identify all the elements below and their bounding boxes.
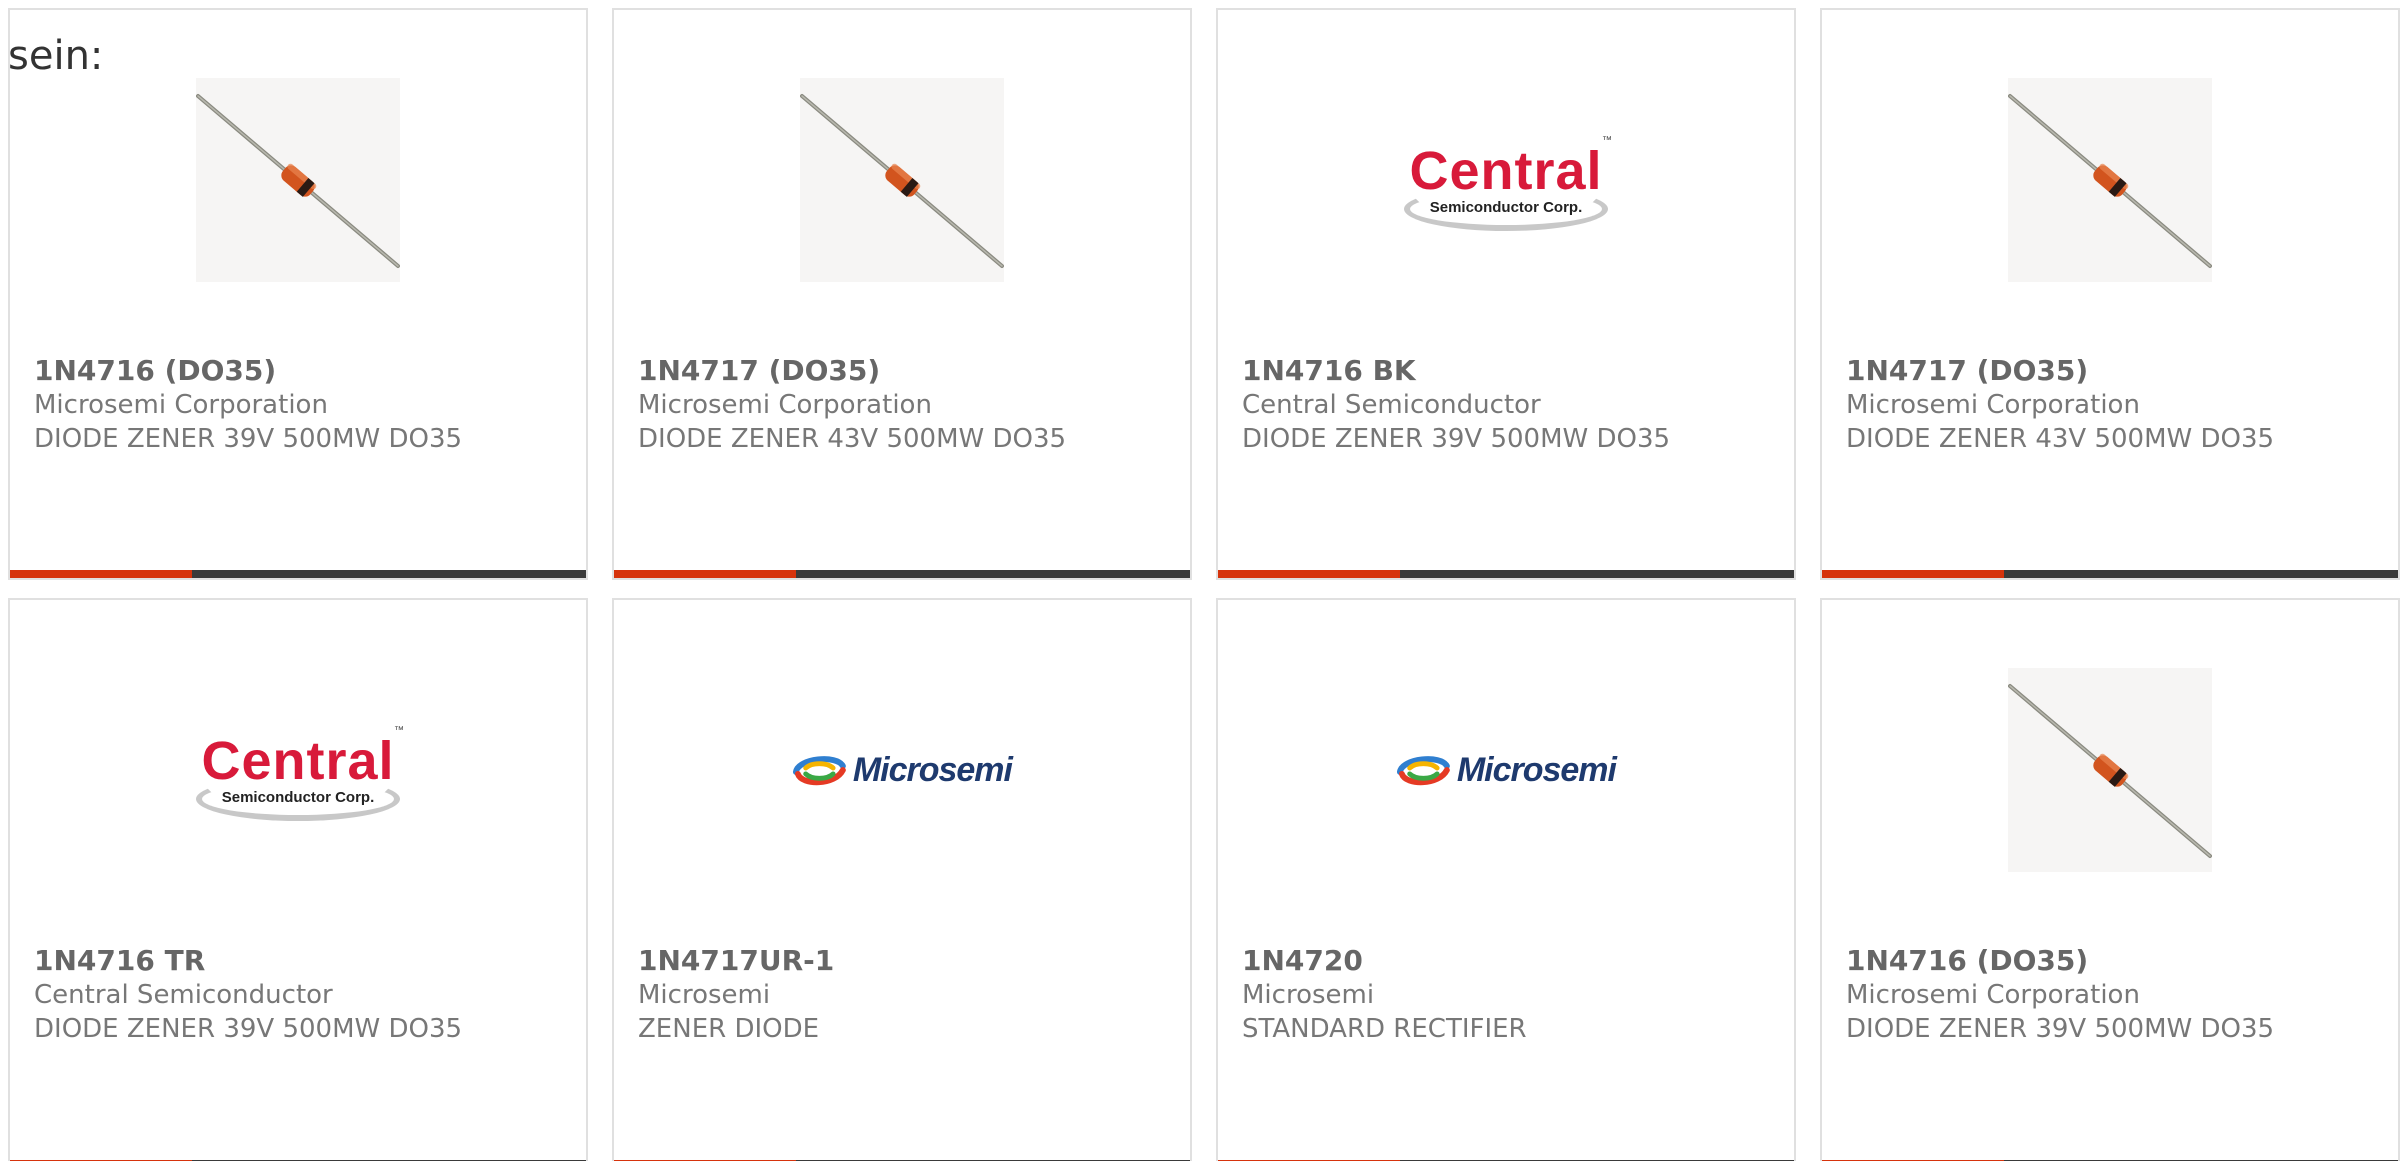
card-bottom-bar	[10, 570, 586, 578]
manufacturer-name: Microsemi Corporation	[1846, 390, 2140, 420]
product-image[interactable]: Microsemi	[614, 640, 1190, 900]
product-card[interactable]: 1N4716 (DO35) Microsemi Corporation DIODE …	[8, 8, 588, 580]
manufacturer-name: Microsemi Corporation	[1846, 980, 2140, 1010]
microsemi-logo: Microsemi	[792, 740, 1013, 800]
part-number[interactable]: 1N4716 (DO35)	[34, 354, 574, 388]
central-semiconductor-logo: Central Semiconductor Corp. ™	[188, 715, 408, 825]
logo-subtitle: Semiconductor Corp.	[221, 789, 375, 806]
manufacturer-name: Central Semiconductor	[1242, 390, 1541, 420]
logo-trademark: ™	[1602, 135, 1612, 146]
manufacturer-name: Central Semiconductor	[34, 980, 333, 1010]
logo-word: Microsemi	[1456, 750, 1617, 789]
manufacturer-name: Microsemi Corporation	[638, 390, 932, 420]
product-image[interactable]	[1822, 640, 2398, 900]
product-description: DIODE ZENER 43V 500MW DO35	[638, 424, 1067, 454]
product-info: 1N4717 (DO35) Microsemi Corporation DIODE …	[638, 354, 1178, 456]
intro-text: sein:	[8, 33, 104, 79]
product-description: DIODE ZENER 43V 500MW DO35	[1846, 424, 2275, 454]
part-number[interactable]: 1N4717UR-1	[638, 944, 1178, 978]
logo-word: Central	[201, 731, 395, 791]
microsemi-logo: Microsemi	[1396, 740, 1617, 800]
part-number[interactable]: 1N4720	[1242, 944, 1782, 978]
part-number[interactable]: 1N4716 TR	[34, 944, 574, 978]
product-description: ZENER DIODE	[638, 1014, 820, 1044]
microsemi-mark-icon	[792, 756, 846, 786]
part-number[interactable]: 1N4717 (DO35)	[1846, 354, 2386, 388]
part-number[interactable]: 1N4716 BK	[1242, 354, 1782, 388]
logo-trademark: ™	[394, 725, 404, 736]
product-image[interactable]: Microsemi	[1218, 640, 1794, 900]
logo-subtitle: Semiconductor Corp.	[1429, 199, 1583, 216]
product-image[interactable]	[614, 50, 1190, 310]
product-card[interactable]: Microsemi 1N4717UR-1 Microsemi ZENER DIODE	[612, 598, 1192, 1161]
product-info: 1N4717UR-1 Microsemi ZENER DIODE	[638, 944, 1178, 1046]
product-image[interactable]: Central Semiconductor Corp. ™	[10, 640, 586, 900]
card-bottom-bar	[1822, 570, 2398, 578]
card-accent-bar	[1822, 570, 2004, 578]
product-info: 1N4716 TR Central Semiconductor DIODE ZENE…	[34, 944, 574, 1046]
product-description: DIODE ZENER 39V 500MW DO35	[34, 1014, 463, 1044]
product-info: 1N4717 (DO35) Microsemi Corporation DIODE …	[1846, 354, 2386, 456]
card-bottom-bar	[614, 570, 1190, 578]
product-card[interactable]: Central Semiconductor Corp. ™ 1N4716 BK C…	[1216, 8, 1796, 580]
product-description: DIODE ZENER 39V 500MW DO35	[1242, 424, 1671, 454]
product-card[interactable]: 1N4716 (DO35) Microsemi Corporation DIODE …	[1820, 598, 2400, 1161]
manufacturer-name: Microsemi	[638, 980, 771, 1010]
product-info: 1N4716 BK Central Semiconductor DIODE ZENE…	[1242, 354, 1782, 456]
manufacturer-name: Microsemi Corporation	[34, 390, 328, 420]
diode-photo	[2008, 668, 2212, 872]
logo-word: Microsemi	[852, 750, 1013, 789]
product-grid-page: sein: 1N4716 (DO35) Microsemi Corporation…	[0, 0, 2400, 1161]
diode-photo	[196, 78, 400, 282]
product-image[interactable]: Central Semiconductor Corp. ™	[1218, 50, 1794, 310]
diode-photo	[800, 78, 1004, 282]
product-image[interactable]	[10, 50, 586, 310]
part-number[interactable]: 1N4717 (DO35)	[638, 354, 1178, 388]
card-accent-bar	[614, 570, 796, 578]
card-accent-bar	[1218, 570, 1400, 578]
product-description: DIODE ZENER 39V 500MW DO35	[34, 424, 463, 454]
central-semiconductor-logo: Central Semiconductor Corp. ™	[1396, 125, 1616, 235]
product-info: 1N4716 (DO35) Microsemi Corporation DIODE …	[34, 354, 574, 456]
product-description: STANDARD RECTIFIER	[1242, 1014, 1527, 1044]
microsemi-mark-icon	[1396, 756, 1450, 786]
product-description: DIODE ZENER 39V 500MW DO35	[1846, 1014, 2275, 1044]
product-info: 1N4720 Microsemi STANDARD RECTIFIER	[1242, 944, 1782, 1046]
product-info: 1N4716 (DO35) Microsemi Corporation DIODE …	[1846, 944, 2386, 1046]
diode-photo	[2008, 78, 2212, 282]
product-card[interactable]: 1N4717 (DO35) Microsemi Corporation DIODE …	[612, 8, 1192, 580]
logo-word: Central	[1409, 141, 1603, 201]
manufacturer-name: Microsemi	[1242, 980, 1375, 1010]
card-accent-bar	[10, 570, 192, 578]
product-card[interactable]: Microsemi 1N4720 Microsemi STANDARD RECTIF…	[1216, 598, 1796, 1161]
part-number[interactable]: 1N4716 (DO35)	[1846, 944, 2386, 978]
product-card[interactable]: 1N4717 (DO35) Microsemi Corporation DIODE …	[1820, 8, 2400, 580]
card-bottom-bar	[1218, 570, 1794, 578]
product-image[interactable]	[1822, 50, 2398, 310]
product-card[interactable]: Central Semiconductor Corp. ™ 1N4716 TR C…	[8, 598, 588, 1161]
